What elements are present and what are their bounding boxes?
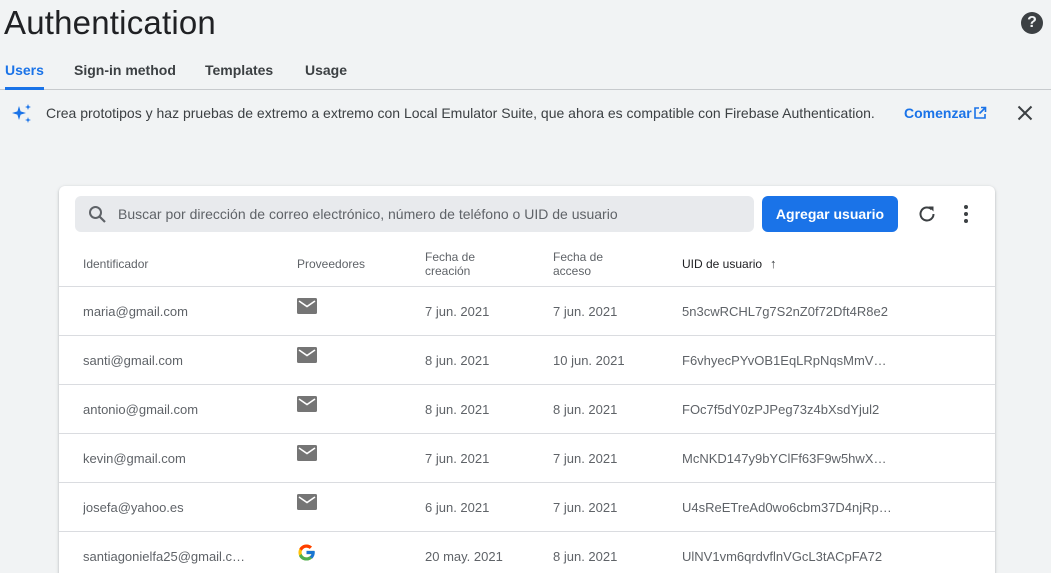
cell-created: 7 jun. 2021 bbox=[425, 451, 490, 466]
page-title: Authentication bbox=[4, 4, 216, 41]
search-box[interactable] bbox=[75, 196, 754, 232]
table-row[interactable]: santi@gmail.com 8 jun. 2021 10 jun. 2021… bbox=[59, 336, 995, 385]
tab-templates[interactable]: Templates bbox=[205, 54, 273, 90]
external-link-icon[interactable] bbox=[973, 106, 987, 120]
cell-created: 7 jun. 2021 bbox=[425, 304, 490, 319]
cell-uid: U4sReETreAd0wo6cbm37D4njRpS2 bbox=[682, 500, 892, 515]
help-icon[interactable]: ? bbox=[1021, 12, 1043, 34]
email-icon bbox=[297, 347, 317, 363]
cell-identifier: maria@gmail.com bbox=[83, 304, 188, 319]
header-uid-label: UID de usuario bbox=[682, 257, 763, 271]
search-icon bbox=[89, 206, 106, 223]
table-header: Identificador Proveedores Fecha de creac… bbox=[59, 242, 995, 287]
cell-identifier: santiagonielfa25@gmail.c… bbox=[83, 549, 246, 564]
table-row[interactable]: josefa@yahoo.es 6 jun. 2021 7 jun. 2021 … bbox=[59, 483, 995, 532]
tab-usage[interactable]: Usage bbox=[305, 54, 347, 90]
table-row[interactable]: santiagonielfa25@gmail.c… 20 may. 2021 8… bbox=[59, 532, 995, 573]
search-input[interactable] bbox=[118, 196, 738, 232]
cell-identifier: santi@gmail.com bbox=[83, 353, 183, 368]
cell-signed-in: 10 jun. 2021 bbox=[553, 353, 625, 368]
sort-arrow-icon: ↑ bbox=[770, 256, 777, 271]
email-icon bbox=[297, 298, 317, 314]
cell-signed-in: 7 jun. 2021 bbox=[553, 304, 618, 319]
cell-created: 8 jun. 2021 bbox=[425, 402, 490, 417]
cell-uid: UlNV1vm6qrdvflnVGcL3tACpFA72 bbox=[682, 549, 883, 564]
cell-signed-in: 8 jun. 2021 bbox=[553, 402, 618, 417]
header-signed-in-line1: Fecha de bbox=[553, 250, 604, 264]
cell-uid: FOc7f5dY0zPJPeg73z4bXsdYjul2 bbox=[682, 402, 880, 417]
cell-created: 6 jun. 2021 bbox=[425, 500, 490, 515]
cell-uid: 5n3cwRCHL7g7S2nZ0f72Dft4R8e2 bbox=[682, 304, 888, 319]
close-icon[interactable] bbox=[1016, 104, 1034, 122]
refresh-icon[interactable] bbox=[916, 203, 938, 225]
cell-signed-in: 8 jun. 2021 bbox=[553, 549, 618, 564]
header-signed-in[interactable]: Fecha de acceso bbox=[553, 250, 603, 278]
cell-identifier: kevin@gmail.com bbox=[83, 451, 186, 466]
banner-text: Crea prototipos y haz pruebas de extremo… bbox=[46, 105, 875, 121]
cell-signed-in: 7 jun. 2021 bbox=[553, 451, 618, 466]
cell-identifier: antonio@gmail.com bbox=[83, 402, 199, 417]
sparkle-icon bbox=[12, 104, 31, 123]
add-user-button[interactable]: Agregar usuario bbox=[762, 196, 898, 232]
header-created-line1: Fecha de bbox=[425, 250, 476, 264]
header-uid[interactable]: UID de usuario ↑ bbox=[682, 256, 777, 272]
cell-created: 8 jun. 2021 bbox=[425, 353, 490, 368]
emulator-banner: Crea prototipos y haz pruebas de extremo… bbox=[0, 91, 1051, 137]
email-icon bbox=[297, 396, 317, 412]
header-providers[interactable]: Proveedores bbox=[297, 257, 365, 271]
get-started-link[interactable]: Comenzar bbox=[904, 105, 972, 121]
cell-uid: McNKD147y9bYClFf63F9w5hwXy… bbox=[682, 451, 892, 466]
table-row[interactable]: maria@gmail.com 7 jun. 2021 7 jun. 2021 … bbox=[59, 287, 995, 336]
cell-signed-in: 7 jun. 2021 bbox=[553, 500, 618, 515]
google-icon bbox=[298, 544, 316, 561]
cell-identifier: josefa@yahoo.es bbox=[83, 500, 184, 515]
cell-created: 20 may. 2021 bbox=[425, 549, 503, 564]
header-signed-in-line2: acceso bbox=[553, 264, 592, 278]
tab-bar: Users Sign-in method Templates Usage bbox=[0, 54, 1051, 90]
header-created[interactable]: Fecha de creación bbox=[425, 250, 475, 278]
users-card: Agregar usuario Identificador Proveedore… bbox=[59, 186, 995, 573]
table-row[interactable]: kevin@gmail.com 7 jun. 2021 7 jun. 2021 … bbox=[59, 434, 995, 483]
cell-uid: F6vhyecPYvOB1EqLRpNqsMmVH… bbox=[682, 353, 892, 368]
more-vert-icon[interactable] bbox=[956, 203, 976, 225]
header-created-line2: creación bbox=[425, 264, 471, 278]
email-icon bbox=[297, 494, 317, 510]
tab-sign-in-method[interactable]: Sign-in method bbox=[74, 54, 176, 90]
tab-users[interactable]: Users bbox=[5, 54, 44, 90]
table-row[interactable]: antonio@gmail.com 8 jun. 2021 8 jun. 202… bbox=[59, 385, 995, 434]
header-identifier[interactable]: Identificador bbox=[83, 257, 148, 271]
email-icon bbox=[297, 445, 317, 461]
